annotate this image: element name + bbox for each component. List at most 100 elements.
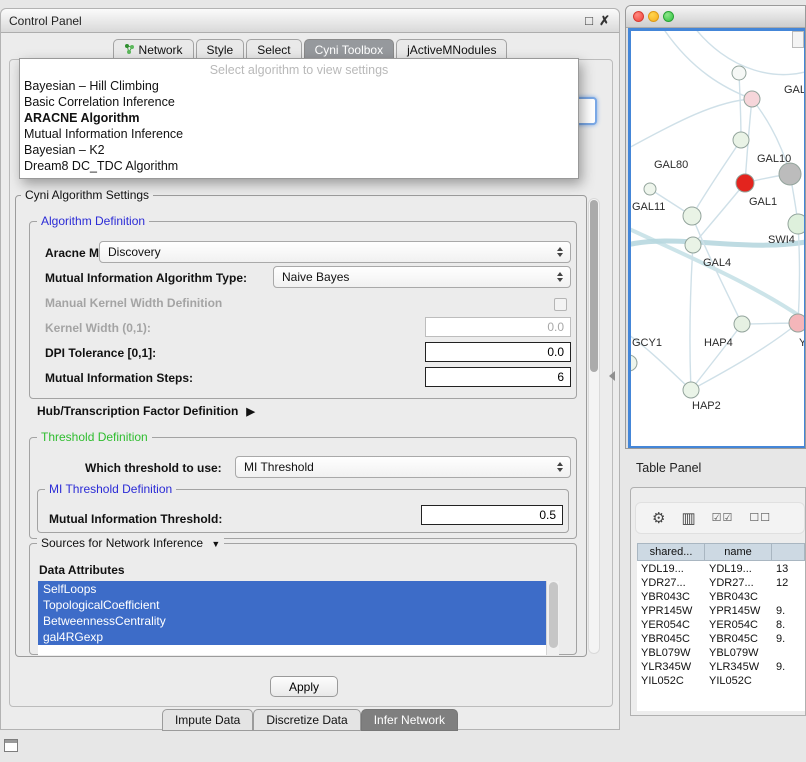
algorithm-option[interactable]: Mutual Information Inference — [20, 126, 578, 142]
network-edge[interactable] — [690, 245, 693, 390]
data-attribute-item[interactable]: TopologicalCoefficient — [38, 597, 546, 613]
column-header-name[interactable]: name — [705, 543, 772, 561]
tab-style[interactable]: Style — [196, 39, 245, 60]
control-panel-window: Control Panel □ ✗ NetworkStyle Select Cyni… — [0, 8, 620, 730]
network-node[interactable] — [685, 237, 701, 253]
column-header-shared[interactable]: shared... — [637, 543, 705, 561]
canvas-corner-control[interactable] — [792, 31, 804, 48]
tab-select[interactable]: Select — [246, 39, 301, 60]
network-edge[interactable] — [691, 323, 798, 390]
algorithm-option[interactable]: ARACNE Algorithm — [20, 110, 578, 126]
network-node-label: HAP2 — [692, 400, 721, 412]
dpi-tolerance-field[interactable] — [425, 342, 571, 362]
which-threshold-select[interactable]: MI Threshold — [235, 456, 571, 478]
table-row[interactable]: YPR145WYPR145W9. — [637, 604, 805, 618]
table-row[interactable]: YIL052CYIL052C — [637, 674, 805, 688]
network-node[interactable] — [789, 314, 804, 332]
window-title: Control Panel — [9, 14, 82, 28]
table-cell: YBL079W — [637, 646, 705, 660]
network-node[interactable] — [779, 163, 801, 185]
settings-scrollbar[interactable] — [588, 198, 600, 654]
manual-kernel-width-checkbox — [554, 298, 567, 311]
apply-button[interactable]: Apply — [270, 676, 338, 697]
table-row[interactable]: YBL079WYBL079W — [637, 646, 805, 660]
columns-icon[interactable]: ▥ — [681, 511, 695, 526]
network-edge[interactable] — [691, 324, 742, 390]
table-row[interactable]: YER054CYER054C8. — [637, 618, 805, 632]
close-button[interactable] — [633, 11, 644, 22]
combo-arrows-icon — [552, 247, 568, 257]
data-attribute-item[interactable]: BetweennessCentrality — [38, 613, 546, 629]
tab-network[interactable]: Network — [113, 39, 194, 60]
close-window-icon[interactable]: ✗ — [599, 13, 610, 29]
hub-definition-expander[interactable]: Hub/Transcription Factor Definition ▶ — [37, 404, 255, 418]
tab-discretize-data[interactable]: Discretize Data — [253, 709, 360, 731]
table-row[interactable]: YBR045CYBR045C9. — [637, 632, 805, 646]
network-node-label: GAL — [784, 84, 804, 96]
network-node[interactable] — [788, 214, 804, 234]
network-edge[interactable] — [798, 224, 800, 323]
network-node[interactable] — [644, 183, 656, 195]
data-attributes-label: Data Attributes — [39, 563, 125, 577]
tab-cyni-toolbox[interactable]: Cyni Toolbox — [304, 39, 394, 60]
column-header-extra[interactable] — [772, 543, 805, 561]
mi-threshold-label: Mutual Information Threshold: — [49, 512, 222, 526]
zoom-button[interactable] — [663, 11, 674, 22]
table-row[interactable]: YLR345WYLR345W9. — [637, 660, 805, 674]
network-node[interactable] — [734, 316, 750, 332]
gear-icon[interactable]: ⚙ — [652, 511, 665, 526]
mi-threshold-field[interactable] — [421, 505, 563, 525]
aracne-mode-value: Discovery — [100, 245, 552, 259]
sources-expander[interactable]: Sources for Network Inference ▼ — [37, 536, 224, 550]
table-cell: YDR27... — [637, 576, 705, 590]
network-node[interactable] — [733, 132, 749, 148]
desktop-corner-icon[interactable] — [4, 739, 18, 752]
table-row[interactable]: YDR27...YDR27...12 — [637, 576, 805, 590]
mi-algorithm-type-select[interactable]: Naive Bayes — [273, 266, 571, 288]
attributes-scrollbar[interactable] — [546, 581, 559, 655]
mi-steps-field[interactable] — [425, 367, 571, 387]
network-node[interactable] — [683, 207, 701, 225]
network-edge[interactable] — [691, 31, 804, 75]
minimize-button[interactable] — [648, 11, 659, 22]
network-node[interactable] — [683, 382, 699, 398]
table-row[interactable]: YBR043CYBR043C — [637, 590, 805, 604]
network-edge[interactable] — [692, 140, 741, 216]
manual-kernel-width-label: Manual Kernel Width Definition — [45, 296, 222, 310]
table-cell: YIL052C — [705, 674, 772, 688]
network-node[interactable] — [631, 355, 637, 371]
algorithm-option[interactable]: Bayesian – Hill Climbing — [20, 78, 578, 94]
which-threshold-label: Which threshold to use: — [85, 461, 222, 475]
algorithm-option[interactable]: Basic Correlation Inference — [20, 94, 578, 110]
tab-label: Select — [257, 43, 290, 57]
panel-collapse-arrow-icon[interactable] — [609, 371, 615, 381]
data-attribute-item[interactable]: gal4RGexp — [38, 629, 546, 645]
table-cell: YDR27... — [705, 576, 772, 590]
network-node[interactable] — [736, 174, 754, 192]
network-edge[interactable] — [739, 73, 741, 140]
table-panel-window: ⚙ ▥ ☑☑ ☐☐ shared...name YDL19...YDL19...… — [630, 487, 806, 716]
network-canvas[interactable]: GAL80GAL10GAL11GAL1SWI4GAL4GCY1HAP4HAP2G… — [628, 28, 806, 449]
table-row[interactable]: YDL19...YDL19...13 — [637, 562, 805, 576]
network-node[interactable] — [744, 91, 760, 107]
aracne-mode-select[interactable]: Discovery — [99, 241, 571, 263]
float-window-icon[interactable]: □ — [585, 13, 593, 28]
tab-infer-network[interactable]: Infer Network — [361, 709, 458, 731]
table-cell: 9. — [772, 632, 805, 646]
clear-all-checkboxes-icon[interactable]: ☐☐ — [749, 513, 771, 524]
table-cell: 8. — [772, 618, 805, 632]
table-cell — [772, 590, 805, 604]
table-cell: YER054C — [705, 618, 772, 632]
network-node-label: SWI4 — [768, 234, 795, 246]
tab-impute-data[interactable]: Impute Data — [162, 709, 253, 731]
select-all-checkboxes-icon[interactable]: ☑☑ — [712, 513, 734, 524]
algorithm-option[interactable]: Bayesian – K2 — [20, 142, 578, 158]
network-node-label: GAL10 — [757, 153, 791, 165]
network-node[interactable] — [732, 66, 746, 80]
tab-label: Cyni Toolbox — [315, 43, 383, 57]
combo-arrows-icon — [552, 272, 568, 282]
algorithm-option[interactable]: Dream8 DC_TDC Algorithm — [20, 158, 578, 174]
tab-jactivemnodules[interactable]: jActiveMNodules — [396, 39, 507, 60]
data-attribute-item[interactable]: SelfLoops — [38, 581, 546, 597]
table-cell: YPR145W — [705, 604, 772, 618]
